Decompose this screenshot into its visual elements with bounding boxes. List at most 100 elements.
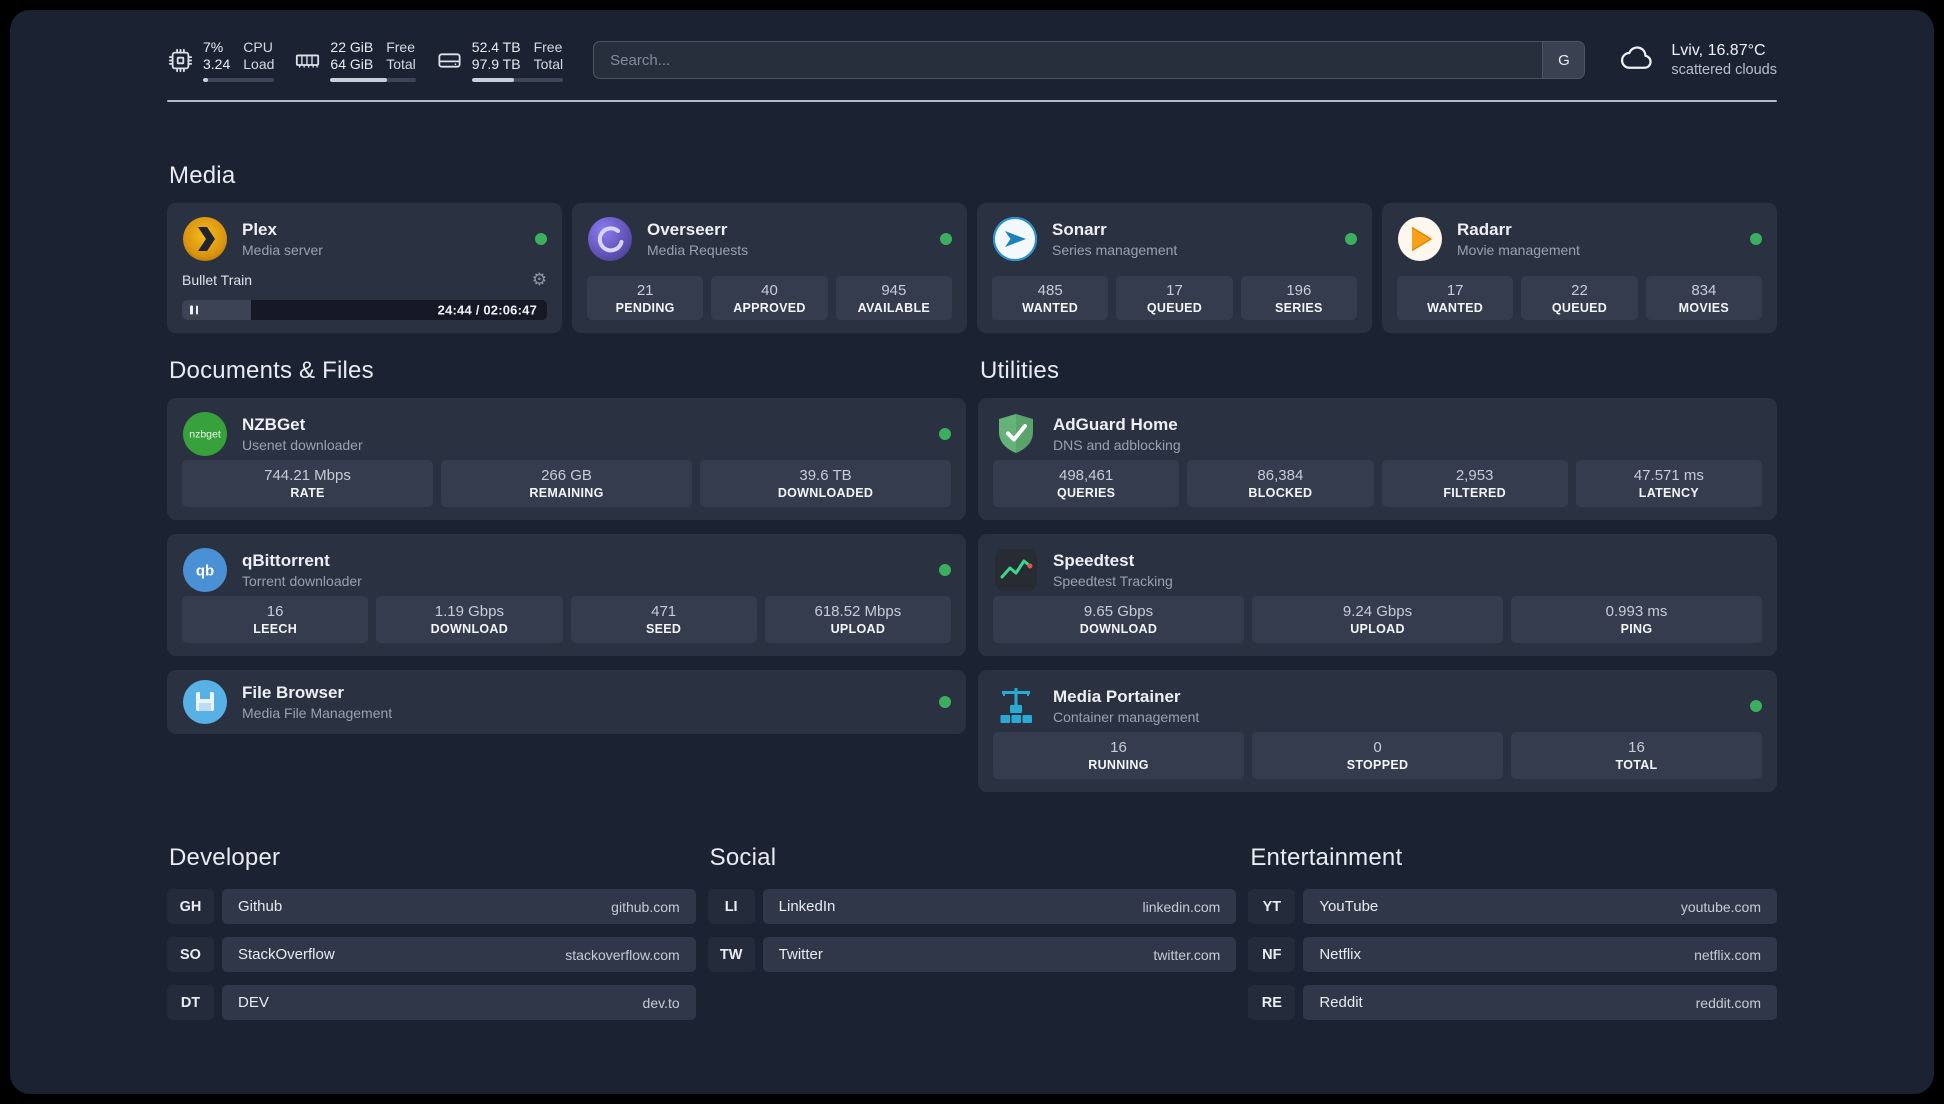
memory-total-label: Total bbox=[386, 55, 416, 72]
bookmark-abbr: DT bbox=[167, 985, 214, 1020]
memory-free-label: Free bbox=[386, 38, 416, 55]
adguard-icon bbox=[993, 411, 1039, 457]
bookmark-github[interactable]: GH Github github.com bbox=[167, 889, 696, 924]
bookmark-abbr: GH bbox=[167, 889, 214, 924]
bookmark-abbr: LI bbox=[707, 889, 755, 924]
section-title-documents: Documents & Files bbox=[169, 357, 374, 384]
disk-icon bbox=[436, 47, 463, 74]
bookmark-netflix[interactable]: NF Netflix netflix.com bbox=[1248, 937, 1777, 972]
section-title-utilities: Utilities bbox=[980, 357, 1060, 384]
playback-time: 24:44 / 02:06:47 bbox=[437, 302, 537, 318]
stat-downloaded: 39.6 TB DOWNLOADED bbox=[700, 460, 951, 507]
storage-monitor: 52.4 TB 97.9 TB Free Total bbox=[436, 39, 564, 82]
app-card-filebrowser[interactable]: File Browser Media File Management bbox=[167, 670, 966, 734]
stat-rate: 744.21 Mbps RATE bbox=[182, 460, 433, 507]
search-engine-button[interactable]: G bbox=[1542, 42, 1585, 78]
stat-filtered: 2,953 FILTERED bbox=[1381, 460, 1568, 507]
app-description: DNS and adblocking bbox=[1053, 437, 1181, 453]
app-name: Media Portainer bbox=[1053, 687, 1181, 706]
pause-icon[interactable] bbox=[190, 305, 198, 315]
cpu-icon bbox=[167, 47, 194, 74]
storage-total-label: Total bbox=[533, 55, 564, 72]
nzbget-icon: nzbget bbox=[182, 411, 228, 457]
stat-download: 1.19 Gbps DOWNLOAD bbox=[376, 596, 563, 643]
weather-location: Lviv, 16.87°C bbox=[1671, 42, 1766, 59]
app-card-nzbget[interactable]: nzbget NZBGet Usenet downloader 744.21 M… bbox=[167, 398, 966, 520]
dashboard: 7% 3.24 CPU Load 22 GiB 64 GiB Free Tota… bbox=[10, 10, 1934, 1094]
search-bar: G bbox=[593, 41, 1586, 79]
app-name: Speedtest bbox=[1053, 551, 1135, 570]
bookmark-abbr: TW bbox=[707, 937, 755, 972]
bookmark-abbr: NF bbox=[1248, 937, 1296, 972]
cpu-usage-percent: 7% bbox=[203, 38, 224, 55]
gear-icon[interactable]: ⚙ bbox=[532, 271, 547, 288]
system-monitors: 7% 3.24 CPU Load 22 GiB 64 GiB Free Tota… bbox=[167, 38, 564, 82]
bookmark-linkedin[interactable]: LI LinkedIn linkedin.com bbox=[707, 889, 1237, 924]
stat-queued: 17 QUEUED bbox=[1116, 276, 1233, 320]
app-name: File Browser bbox=[242, 683, 345, 702]
status-dot-online bbox=[939, 696, 951, 708]
app-card-radarr[interactable]: Radarr Movie management 17 WANTED 22 QUE… bbox=[1382, 203, 1777, 333]
app-card-sonarr[interactable]: Sonarr Series management 485 WANTED 17 Q… bbox=[977, 203, 1372, 333]
status-dot-online bbox=[535, 233, 547, 245]
bookmark-dev[interactable]: DT DEV dev.to bbox=[167, 985, 696, 1020]
bookmark-pill: Twitter twitter.com bbox=[762, 937, 1237, 972]
bookmark-pill: Reddit reddit.com bbox=[1303, 985, 1777, 1020]
section-social: Social LI LinkedIn linkedin.com TW Twitt… bbox=[707, 844, 1237, 1020]
section-title-developer: Developer bbox=[169, 844, 281, 871]
app-card-qbittorrent[interactable]: qb qBittorrent Torrent downloader 16 LEE… bbox=[167, 534, 966, 656]
section-documents: Documents & Files nzbget NZBGet Usenet d… bbox=[167, 357, 966, 792]
playback-progress-bar: 24:44 / 02:06:47 bbox=[182, 300, 547, 320]
bookmark-pill: LinkedIn linkedin.com bbox=[762, 889, 1237, 924]
bookmark-pill: YouTube youtube.com bbox=[1303, 889, 1777, 924]
section-title-media: Media bbox=[169, 162, 236, 189]
status-dot-online bbox=[1750, 233, 1762, 245]
stat-seed: 471 SEED bbox=[570, 596, 757, 643]
stat-leech: 16 LEECH bbox=[182, 596, 369, 643]
cpu-load-average: 3.24 bbox=[203, 55, 231, 72]
app-description: Media Requests bbox=[647, 242, 749, 258]
app-card-portainer[interactable]: Media Portainer Container management 16 … bbox=[978, 670, 1777, 792]
app-card-overseerr[interactable]: Overseerr Media Requests 21 PENDING 40 A… bbox=[572, 203, 967, 333]
status-dot-online bbox=[940, 233, 952, 245]
stat-ping: 0.993 ms PING bbox=[1511, 596, 1762, 643]
cpu-label: CPU bbox=[243, 38, 273, 55]
bookmark-twitter[interactable]: TW Twitter twitter.com bbox=[707, 937, 1237, 972]
section-developer: Developer GH Github github.com SO StackO… bbox=[167, 844, 696, 1020]
stat-approved: 40 APPROVED bbox=[711, 276, 828, 320]
status-dot-online bbox=[939, 428, 951, 440]
stat-remaining: 266 GB REMAINING bbox=[441, 460, 692, 507]
app-description: Media File Management bbox=[242, 705, 393, 721]
stat-movies: 834 MOVIES bbox=[1645, 276, 1762, 320]
app-card-speedtest[interactable]: Speedtest Speedtest Tracking 9.65 Gbps D… bbox=[978, 534, 1777, 656]
stat-pending: 21 PENDING bbox=[587, 276, 704, 320]
stat-queued: 22 QUEUED bbox=[1521, 276, 1638, 320]
bookmark-youtube[interactable]: YT YouTube youtube.com bbox=[1248, 889, 1777, 924]
bookmark-pill: Netflix netflix.com bbox=[1303, 937, 1777, 972]
bookmark-stackoverflow[interactable]: SO StackOverflow stackoverflow.com bbox=[167, 937, 696, 972]
section-utilities: Utilities AdGuard Home DNS and adblockin… bbox=[978, 357, 1777, 792]
qbittorrent-icon-text: qb bbox=[196, 563, 214, 580]
app-description: Container management bbox=[1053, 709, 1200, 725]
app-name: Overseerr bbox=[647, 220, 728, 239]
stat-queries: 498,461 QUERIES bbox=[993, 460, 1180, 507]
stat-download: 9.65 Gbps DOWNLOAD bbox=[993, 596, 1244, 643]
stat-wanted: 17 WANTED bbox=[1397, 276, 1514, 320]
radarr-icon bbox=[1397, 216, 1443, 262]
stat-wanted: 485 WANTED bbox=[992, 276, 1109, 320]
weather-condition: scattered clouds bbox=[1671, 62, 1777, 78]
bookmark-pill: Github github.com bbox=[222, 889, 696, 924]
cloud-icon bbox=[1615, 40, 1659, 81]
app-card-adguard[interactable]: AdGuard Home DNS and adblocking 498,461 … bbox=[978, 398, 1777, 520]
app-name: Plex bbox=[242, 220, 277, 239]
now-playing-title: Bullet Train bbox=[182, 272, 253, 288]
app-card-plex[interactable]: Plex Media server Bullet Train ⚙ 24:44 /… bbox=[167, 203, 562, 333]
sonarr-icon bbox=[992, 216, 1038, 262]
memory-usage-bar bbox=[330, 77, 416, 82]
bookmark-reddit[interactable]: RE Reddit reddit.com bbox=[1248, 985, 1777, 1020]
search-input[interactable] bbox=[594, 42, 1543, 78]
plex-icon bbox=[182, 216, 228, 262]
bookmark-pill: DEV dev.to bbox=[222, 985, 696, 1020]
app-name: AdGuard Home bbox=[1053, 415, 1178, 434]
memory-monitor: 22 GiB 64 GiB Free Total bbox=[294, 38, 416, 82]
